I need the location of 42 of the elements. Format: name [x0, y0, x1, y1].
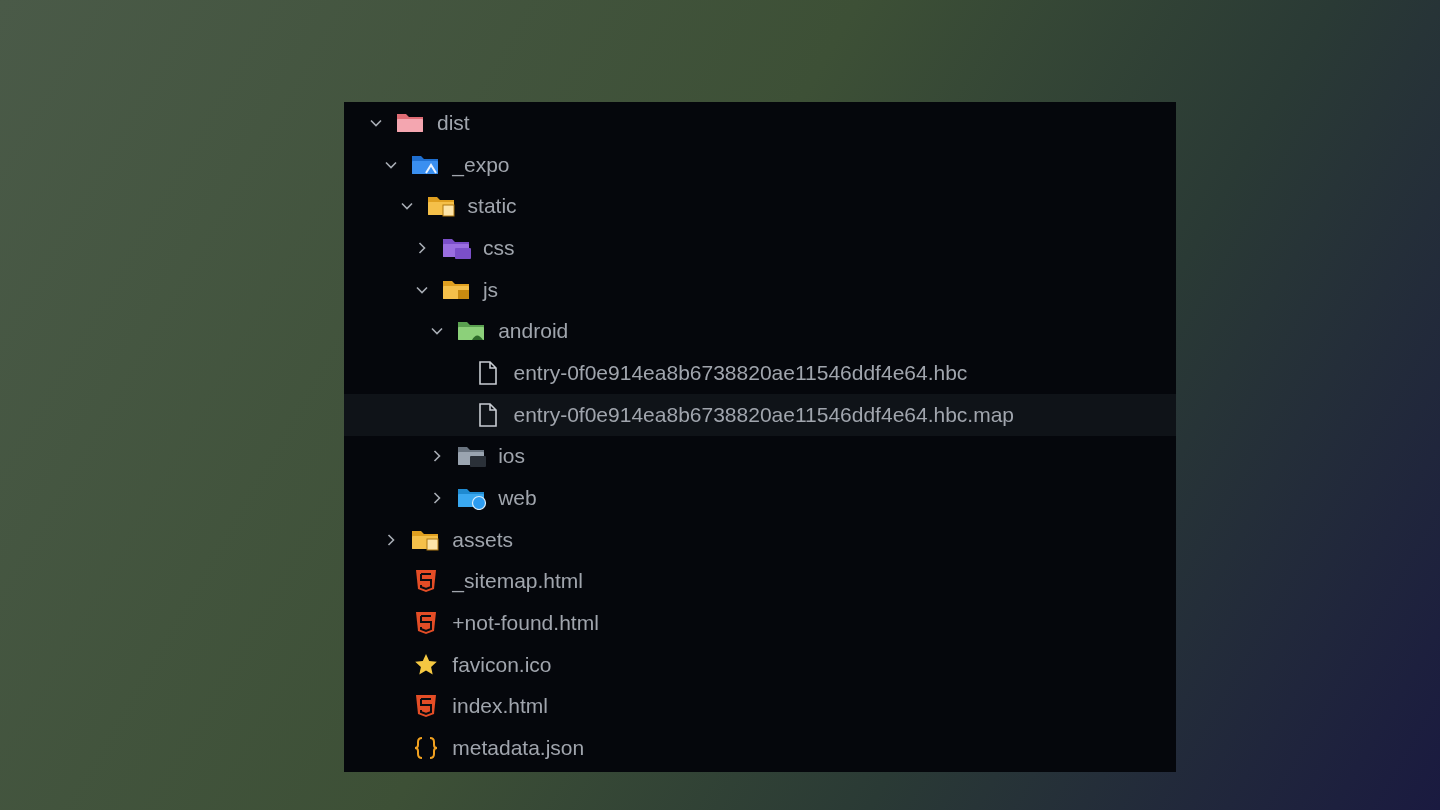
tree-item[interactable]: +not-found.html [344, 602, 1176, 644]
item-name: js [482, 277, 499, 302]
tree-item[interactable]: metadata.json [344, 727, 1176, 769]
tree-item[interactable]: _expo [344, 143, 1176, 186]
item-name: static [467, 194, 517, 219]
html5-icon [415, 611, 438, 636]
tree-item[interactable]: _sitemap.html [344, 560, 1176, 603]
html5-icon [415, 694, 438, 719]
item-name: dist [437, 110, 470, 135]
item-name: index.html [452, 694, 548, 719]
tree-item[interactable]: css [344, 227, 1176, 269]
item-name: favicon.ico [452, 652, 552, 677]
tree-item[interactable]: favicon.ico [344, 643, 1176, 686]
item-name: assets [452, 527, 513, 552]
folder-icon [426, 194, 457, 219]
tree-item[interactable]: assets [344, 518, 1176, 561]
folder-icon [457, 486, 488, 511]
tree-item[interactable]: web [344, 477, 1176, 519]
item-name: entry-0f0e914ea8b6738820ae11546ddf4e64.hbc [513, 360, 968, 385]
file-icon [477, 360, 498, 385]
tree-item[interactable]: index.html [344, 685, 1176, 728]
tree-item[interactable]: dist [344, 102, 1176, 144]
file-icon [477, 402, 498, 427]
tree-item[interactable]: static [344, 185, 1176, 228]
item-name: _expo [452, 152, 510, 177]
item-name: entry-0f0e914ea8b6738820ae11546ddf4e64.hbc.map [513, 402, 1015, 427]
item-name: css [482, 235, 515, 260]
tree-item[interactable]: entry-0f0e914ea8b6738820ae11546ddf4e64.hbc.map [344, 393, 1176, 436]
item-name: +not-found.html [452, 611, 599, 636]
tree-item[interactable]: js [344, 268, 1176, 311]
braces-icon [414, 736, 439, 761]
item-name: metadata.json [452, 736, 585, 761]
item-name: _sitemap.html [452, 569, 583, 594]
item-name: web [498, 486, 537, 511]
tree-item[interactable]: entry-0f0e914ea8b6738820ae11546ddf4e64.hbc [344, 352, 1176, 394]
item-name: ios [498, 444, 526, 469]
html5-icon [415, 569, 438, 594]
folder-icon [457, 444, 488, 469]
tree-item[interactable]: ios [344, 435, 1176, 478]
tree-item[interactable]: android [344, 310, 1176, 353]
star-icon [414, 652, 439, 677]
item-name: android [498, 319, 569, 344]
